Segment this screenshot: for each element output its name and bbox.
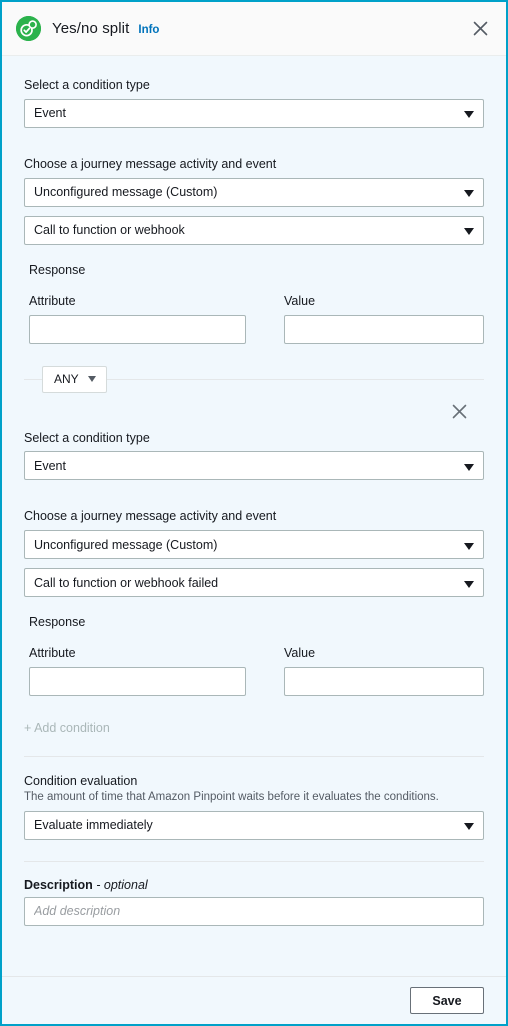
condition-type-label-2: Select a condition type [24,430,150,445]
response-row-1: Attribute Value [24,293,484,344]
event-select-1[interactable]: Call to function or webhook [24,215,484,245]
chevron-down-icon [87,376,96,382]
value-input-1[interactable] [284,314,484,344]
condition-evaluation-description: The amount of time that Amazon Pinpoint … [24,791,439,804]
event-value-2: Call to function or webhook failed [34,575,219,590]
description-label: Description - optional [24,878,484,892]
value-label-2: Value [284,646,316,661]
condition-type-select-2[interactable]: Event [24,451,484,481]
chevron-down-icon [464,823,474,831]
chevron-down-icon [464,111,474,119]
condition-type-value-2: Event [34,458,66,473]
condition-type-label-1: Select a condition type [24,78,150,92]
response-row-2: Attribute Value [24,645,484,696]
chevron-down-icon [464,542,474,550]
yes-no-split-icon [16,16,41,41]
attribute-label-2: Attribute [29,646,76,661]
value-input-2[interactable] [284,667,484,696]
condition-block-1: Select a condition type Event Choose a j… [24,56,484,344]
condition-evaluation-value: Evaluate immediately [34,818,153,833]
condition-evaluation-select[interactable]: Evaluate immediately [24,810,484,840]
chevron-down-icon [464,580,474,588]
activity-label-2: Choose a journey message activity and ev… [24,509,277,524]
operator-select[interactable]: ANY [42,365,107,393]
operator-divider: ANY [2,365,506,399]
activity-label-1: Choose a journey message activity and ev… [24,156,277,171]
condition-type-value-1: Event [34,106,66,121]
page-title: Yes/no split [52,20,130,37]
panel-body: Select a condition type Event Choose a j… [2,56,506,926]
chevron-down-icon [464,463,474,471]
panel-header: Yes/no split Info [2,2,506,56]
close-icon[interactable] [466,15,494,43]
attribute-input-1[interactable] [29,314,246,344]
activity-select-2[interactable]: Unconfigured message (Custom) [24,530,484,560]
operator-value: ANY [54,372,79,386]
value-label-1: Value [284,293,316,308]
condition-block-2: Select a condition type Event Choose a j… [24,425,484,696]
description-input[interactable] [24,896,484,926]
chevron-down-icon [464,190,474,198]
panel-footer: Save [2,976,506,1024]
attribute-input-2[interactable] [29,667,246,696]
response-label-2: Response [29,615,86,630]
chevron-down-icon [464,228,474,236]
condition-type-select-1[interactable]: Event [24,98,484,128]
response-label-1: Response [29,262,86,277]
add-condition-button[interactable]: + Add condition [24,722,484,735]
remove-condition-row [24,399,484,425]
activity-value-1: Unconfigured message (Custom) [34,185,218,200]
info-link[interactable]: Info [138,24,159,36]
condition-evaluation-title: Condition evaluation [24,773,138,788]
event-select-2[interactable]: Call to function or webhook failed [24,568,484,598]
yes-no-split-panel: Yes/no split Info Select a condition typ… [0,0,508,1026]
save-button[interactable]: Save [410,987,484,1014]
event-value-1: Call to function or webhook [34,223,185,238]
activity-value-2: Unconfigured message (Custom) [34,537,218,552]
remove-condition-icon[interactable] [446,399,472,425]
activity-select-1[interactable]: Unconfigured message (Custom) [24,177,484,207]
description-label-main: Description [24,877,93,892]
description-label-optional: - optional [96,877,148,892]
attribute-label-1: Attribute [29,293,76,308]
